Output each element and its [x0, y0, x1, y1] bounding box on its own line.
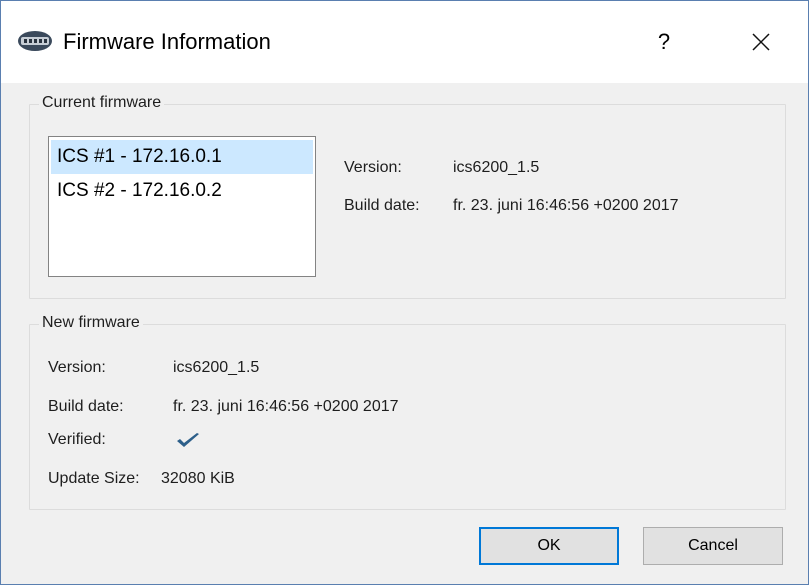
device-list[interactable]: ICS #1 - 172.16.0.1 ICS #2 - 172.16.0.2	[48, 136, 316, 277]
update-size-value: 32080 KiB	[161, 470, 235, 487]
update-size-label: Update Size:	[48, 470, 140, 487]
current-firmware-group-title: Current firmware	[39, 94, 165, 112]
list-item-ics-1[interactable]: ICS #1 - 172.16.0.1	[51, 140, 313, 174]
close-button[interactable]	[737, 21, 785, 63]
new-build-date-label: Build date:	[48, 398, 124, 415]
checkmark-icon	[175, 431, 201, 451]
list-item-ics-2[interactable]: ICS #2 - 172.16.0.2	[51, 174, 313, 208]
current-build-date-label: Build date:	[344, 197, 420, 214]
cancel-button[interactable]: Cancel	[643, 527, 783, 565]
ok-button[interactable]: OK	[479, 527, 619, 565]
window-title: Firmware Information	[63, 29, 271, 54]
network-device-icon	[17, 30, 53, 52]
new-firmware-group-title: New firmware	[39, 314, 143, 332]
title-bar: Firmware Information ?	[1, 1, 808, 83]
firmware-information-dialog: Firmware Information ? Current firmware …	[0, 0, 809, 585]
current-build-date-value: fr. 23. juni 16:46:56 +0200 2017	[453, 197, 679, 214]
close-icon	[751, 33, 771, 51]
current-version-label: Version:	[344, 159, 402, 176]
current-version-value: ics6200_1.5	[453, 159, 540, 176]
help-button[interactable]: ?	[641, 21, 687, 63]
new-firmware-group	[29, 324, 786, 510]
new-build-date-value: fr. 23. juni 16:46:56 +0200 2017	[173, 398, 399, 415]
new-version-value: ics6200_1.5	[173, 359, 260, 376]
new-version-label: Version:	[48, 359, 106, 376]
verified-label: Verified:	[48, 431, 106, 448]
